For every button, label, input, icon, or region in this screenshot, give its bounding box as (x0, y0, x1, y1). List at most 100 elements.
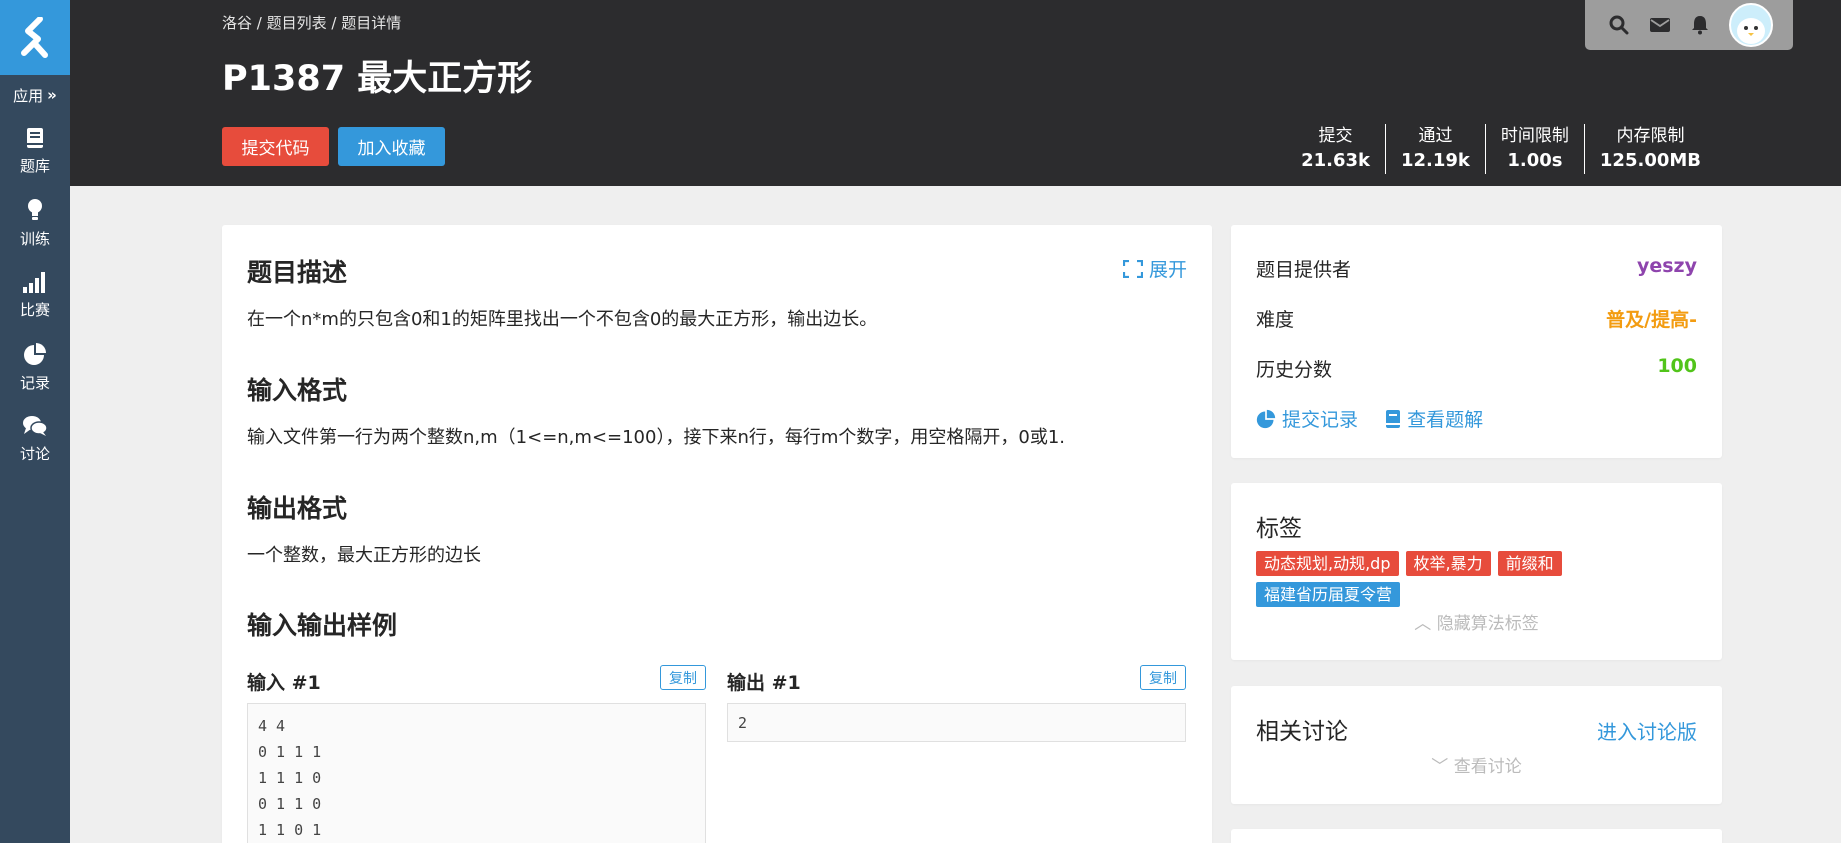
provider-label: 题目提供者 (1256, 259, 1352, 281)
tag-fujian-camp[interactable]: 福建省历届夏令营 (1256, 582, 1401, 607)
sidebar-item-label: 讨论 (19, 444, 50, 463)
input-format-text: 输入文件第一行为两个整数n,m（1<=n,m<=100），接下来n行，每行m个数… (247, 427, 1066, 448)
sample-input-box[interactable]: 4 4 0 1 1 1 1 1 1 0 0 1 1 0 1 1 0 1 (247, 703, 706, 843)
difficulty-value: 普及/提高- (1606, 309, 1697, 331)
view-discussion-button[interactable]: ﹀ 查看讨论 (1231, 752, 1722, 777)
stat-value: 12.19k (1401, 150, 1470, 171)
score-value: 100 (1657, 355, 1697, 377)
sidebar-item-discuss[interactable]: 讨论 (0, 403, 70, 475)
sidebar-item-label: 记录 (19, 373, 50, 392)
sample-input-line: 0 1 1 1 (258, 743, 322, 761)
next-card (1231, 829, 1722, 843)
add-favorite-button[interactable]: 加入收藏 (338, 127, 445, 166)
pie-chart-icon (1256, 409, 1276, 428)
stat-value: 125.00MB (1599, 150, 1701, 171)
book-icon (27, 127, 43, 148)
sample-output-box[interactable]: 2 (727, 703, 1186, 742)
provider-link[interactable]: yeszy (1637, 255, 1697, 282)
hide-tags-button[interactable]: ︿ 隐藏算法标签 (1231, 609, 1722, 634)
solutions-link-label: 查看题解 (1407, 409, 1484, 431)
stat-label: 通过 (1418, 126, 1453, 146)
sample-input-line: 1 1 0 1 (258, 821, 322, 839)
discussion-card: 相关讨论 进入讨论版 ﹀ 查看讨论 (1231, 686, 1722, 804)
sample-input-line: 4 4 (258, 717, 286, 735)
score-row: 历史分数 100 (1256, 355, 1697, 382)
pie-chart-icon (24, 342, 46, 365)
score-label: 历史分数 (1256, 359, 1333, 381)
samples-heading: 输入输出样例 (247, 611, 398, 640)
output-format-heading: 输出格式 (247, 494, 348, 523)
problem-stats: 提交 21.63k 通过 12.19k 时间限制 1.00s 内存限制 125.… (1286, 124, 1716, 174)
sidebar-item-contests[interactable]: 比赛 (0, 259, 70, 331)
chevron-down-icon: ﹀ (1431, 757, 1449, 777)
breadcrumb-problem-list[interactable]: 题目列表 (267, 14, 327, 32)
stat-accepted: 通过 12.19k (1385, 124, 1485, 174)
expand-icon (1122, 259, 1143, 278)
difficulty-label: 难度 (1256, 309, 1295, 331)
luogu-logo[interactable] (0, 0, 70, 75)
sidebar-item-records[interactable]: 记录 (0, 331, 70, 403)
apps-label: 应用 (13, 86, 44, 105)
records-link-label: 提交记录 (1282, 409, 1359, 431)
difficulty-row: 难度 普及/提高- (1256, 305, 1697, 332)
tags-heading: 标签 (1256, 516, 1302, 542)
mail-icon[interactable] (1649, 17, 1671, 33)
description-text: 在一个n*m的只包含0和1的矩阵里找出一个不包含0的最大正方形，输出边长。 (247, 309, 878, 330)
output-format-text: 一个整数，最大正方形的边长 (247, 545, 481, 566)
user-toolbar (1585, 0, 1793, 50)
input-format-heading: 输入格式 (247, 376, 348, 405)
sidebar-item-label: 训练 (19, 229, 50, 248)
expand-label: 展开 (1148, 259, 1187, 281)
stat-value: 21.63k (1301, 150, 1370, 171)
solutions-link[interactable]: 查看题解 (1385, 405, 1483, 432)
sample-input-label: 输入 #1 (247, 672, 321, 694)
enter-discussion-link[interactable]: 进入讨论版 (1597, 716, 1697, 745)
breadcrumb-separator: / (326, 14, 342, 32)
stat-time-limit: 时间限制 1.00s (1484, 124, 1584, 174)
tags-card: 标签 动态规划,动规,dp 枚举,暴力 前缀和 福建省历届夏令营 ︿ 隐藏算法标… (1231, 483, 1722, 660)
logo-icon (21, 16, 48, 58)
breadcrumb-current: 题目详情 (341, 14, 402, 32)
sample-output-line: 2 (738, 714, 748, 732)
bell-icon[interactable] (1691, 15, 1709, 35)
sample-input-line: 0 1 1 0 (258, 795, 322, 813)
sidebar-item-problems[interactable]: 题库 (0, 115, 70, 187)
avatar-image (1737, 18, 1765, 44)
double-chevron-right-icon: » (47, 86, 57, 104)
stat-memory-limit: 内存限制 125.00MB (1583, 124, 1716, 174)
expand-button[interactable]: 展开 (1122, 255, 1187, 282)
tag-prefix-sum[interactable]: 前缀和 (1497, 551, 1562, 576)
tag-brute-force[interactable]: 枚举,暴力 (1405, 551, 1491, 576)
provider-row: 题目提供者 yeszy (1256, 255, 1697, 282)
records-link[interactable]: 提交记录 (1256, 405, 1358, 432)
info-links: 提交记录 查看题解 (1256, 405, 1505, 433)
user-avatar[interactable] (1729, 3, 1773, 47)
stat-value: 1.00s (1507, 150, 1563, 171)
apps-toggle[interactable]: 应用 » (0, 75, 70, 115)
sidebar-item-training[interactable]: 训练 (0, 187, 70, 259)
stat-label: 时间限制 (1500, 126, 1569, 146)
signal-bars-icon (23, 271, 45, 293)
copy-output-button[interactable]: 复制 (1140, 665, 1186, 690)
chat-icon (23, 415, 48, 436)
copy-input-button[interactable]: 复制 (660, 665, 706, 690)
problem-content-card: 题目描述 展开 在一个n*m的只包含0和1的矩阵里找出一个不包含0的最大正方形，… (222, 225, 1212, 843)
chevron-up-icon: ︿ (1414, 614, 1432, 634)
tag-list: 动态规划,动规,dp 枚举,暴力 前缀和 福建省历届夏令营 (1256, 551, 1696, 607)
hide-tags-label: 隐藏算法标签 (1436, 614, 1539, 634)
sidebar-item-label: 比赛 (19, 300, 50, 319)
book-icon (1386, 409, 1401, 428)
stat-label: 内存限制 (1616, 126, 1685, 146)
discussion-heading: 相关讨论 (1256, 719, 1348, 745)
tag-dp[interactable]: 动态规划,动规,dp (1256, 551, 1399, 576)
page-title: P1387 最大正方形 (222, 59, 533, 99)
problem-info-card: 题目提供者 yeszy 难度 普及/提高- 历史分数 100 提交记录 查看题解 (1231, 225, 1722, 458)
description-heading: 题目描述 (247, 258, 348, 287)
submit-code-button[interactable]: 提交代码 (222, 127, 329, 166)
breadcrumb-home[interactable]: 洛谷 (222, 14, 252, 32)
stat-submissions: 提交 21.63k (1286, 124, 1385, 174)
breadcrumb: 洛谷 / 题目列表 / 题目详情 (222, 12, 401, 33)
sample-output-label: 输出 #1 (727, 672, 801, 694)
search-icon[interactable] (1609, 15, 1629, 35)
breadcrumb-separator: / (252, 14, 267, 32)
